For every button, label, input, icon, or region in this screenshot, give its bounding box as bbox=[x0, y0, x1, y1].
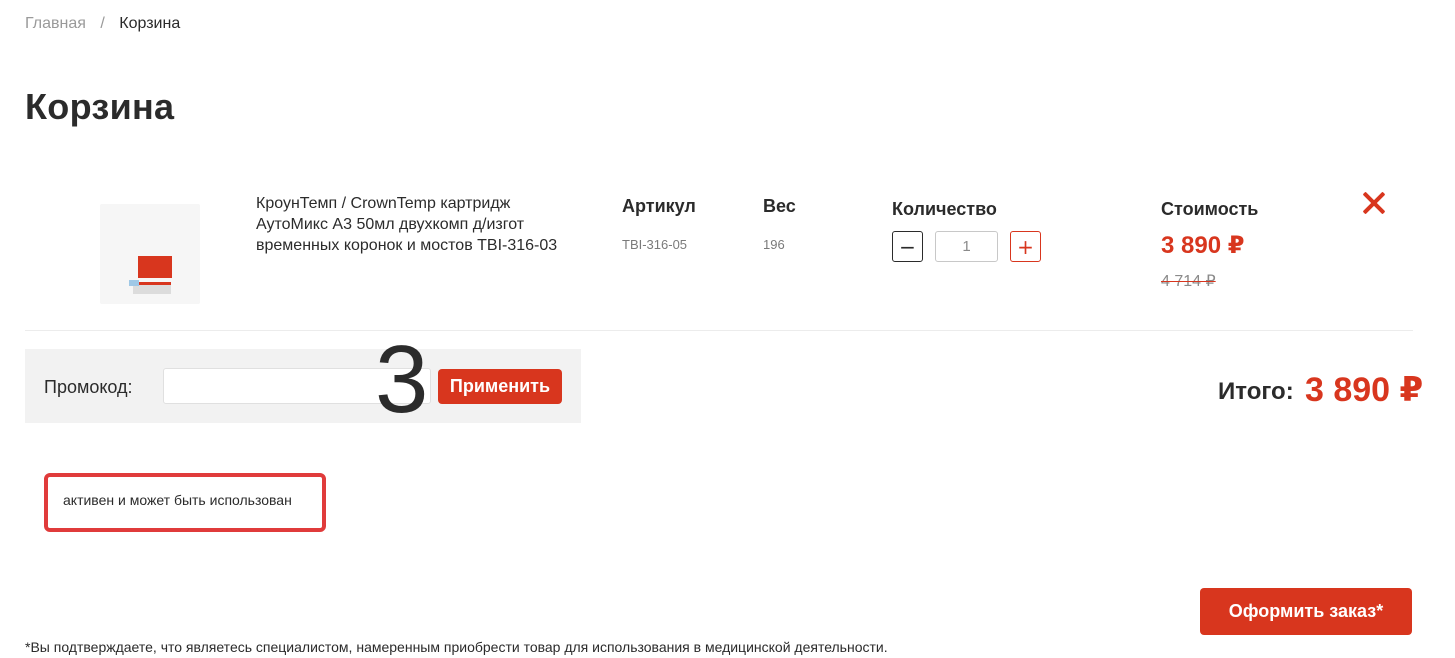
remove-item-close-icon[interactable] bbox=[1359, 188, 1389, 218]
quantity-decrease-button[interactable]: − bbox=[892, 231, 923, 262]
checkout-button[interactable]: Оформить заказ* bbox=[1200, 588, 1412, 635]
cart-item: КроунТемп / CrownTemp картридж АутоМикс … bbox=[25, 180, 1413, 331]
breadcrumb-home-link[interactable]: Главная bbox=[25, 15, 86, 32]
product-tube-graphic bbox=[129, 280, 139, 286]
breadcrumb-current: Корзина bbox=[119, 15, 181, 32]
quantity-label: Количество bbox=[892, 199, 997, 219]
promo-code-input[interactable] bbox=[163, 368, 431, 404]
breadcrumb-separator: / bbox=[100, 15, 105, 32]
current-price: 3 890 ₽ bbox=[1161, 232, 1245, 259]
product-image[interactable] bbox=[100, 204, 200, 304]
weight-value: 196 bbox=[763, 237, 785, 252]
promo-apply-button[interactable]: Применить bbox=[438, 369, 562, 404]
sku-label: Артикул bbox=[622, 196, 696, 216]
sku-value: TBI-316-05 bbox=[622, 237, 688, 252]
promo-status-text: активен и может быть использован bbox=[63, 492, 292, 508]
total-label: Итого: bbox=[1218, 378, 1294, 405]
product-name[interactable]: КроунТемп / CrownTemp картридж АутоМикс … bbox=[256, 193, 586, 256]
breadcrumb: Главная / Корзина bbox=[25, 15, 180, 33]
product-box-graphic bbox=[138, 256, 172, 278]
total-value: 3 890 ₽ bbox=[1305, 371, 1424, 409]
weight-label: Вес bbox=[763, 196, 796, 216]
page-title: Корзина bbox=[25, 86, 175, 127]
disclaimer-text: *Вы подтверждаете, что являетесь специал… bbox=[25, 639, 888, 655]
quantity-input[interactable] bbox=[935, 231, 998, 262]
cost-label: Стоимость bbox=[1161, 199, 1259, 219]
quantity-increase-button[interactable]: + bbox=[1010, 231, 1041, 262]
promo-label: Промокод: bbox=[44, 377, 133, 397]
promo-status-box: активен и может быть использован bbox=[44, 473, 326, 532]
promo-panel: Промокод: Применить bbox=[25, 349, 581, 423]
old-price: 4 714 ₽ bbox=[1161, 273, 1216, 290]
